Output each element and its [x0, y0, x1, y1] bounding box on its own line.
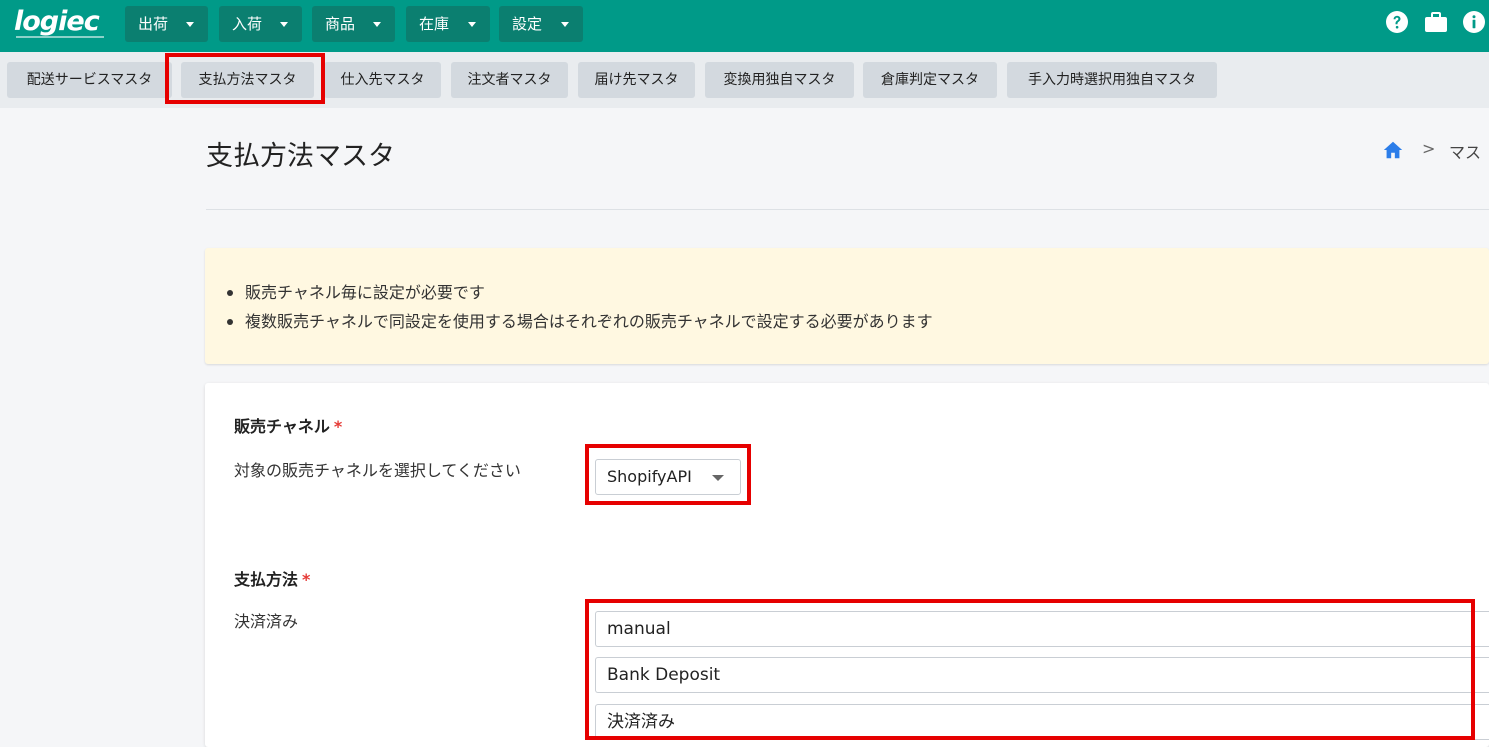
tab-label: 支払方法マスタ — [198, 72, 297, 88]
caret-down-icon — [280, 22, 288, 27]
required-mark: * — [333, 417, 343, 436]
tab-delivery-service-master[interactable]: 配送サービスマスタ — [7, 62, 172, 98]
tab-supplier-master[interactable]: 仕入先マスタ — [324, 62, 441, 98]
tab-label: 手入力時選択用独自マスタ — [1028, 72, 1196, 88]
payment-method-input[interactable]: Bank Deposit — [595, 657, 1489, 693]
channel-section-label: 販売チャネル * — [234, 413, 342, 437]
tab-warehouse-rule-master[interactable]: 倉庫判定マスタ — [863, 62, 997, 98]
tab-label: 仕入先マスタ — [340, 72, 425, 88]
menu-label: 商品 — [325, 15, 356, 33]
sales-channel-selected: ShopifyAPI — [607, 467, 692, 486]
tab-label: 変換用独自マスタ — [723, 72, 836, 88]
logiec-logo[interactable]: logiec — [14, 7, 106, 43]
menu-inventory[interactable]: 在庫 — [406, 6, 490, 42]
notice-item: 販売チャネル毎に設定が必要です — [227, 278, 933, 307]
required-mark: * — [302, 570, 311, 589]
tab-destination-master[interactable]: 届け先マスタ — [578, 62, 695, 98]
menu-settings[interactable]: 設定 — [499, 6, 583, 42]
tab-label: 届け先マスタ — [594, 72, 679, 88]
payment-label-text: 支払方法 — [234, 570, 299, 589]
payment-method-input[interactable]: manual — [595, 611, 1489, 647]
payment-method-value: manual — [607, 619, 671, 639]
breadcrumb-separator: > — [1422, 139, 1436, 158]
payment-description: 決済済み — [234, 612, 299, 631]
caret-down-icon — [186, 22, 194, 27]
notice-box: 販売チャネル毎に設定が必要です 複数販売チャネルで同設定を使用する場合はそれぞれ… — [205, 248, 1489, 364]
notice-item: 複数販売チャネルで同設定を使用する場合はそれぞれの販売チャネルで設定する必要があ… — [227, 307, 933, 336]
channel-description: 対象の販売チャネルを選択してください — [234, 461, 521, 480]
channel-label-text: 販売チャネル — [234, 417, 330, 436]
sales-channel-select[interactable]: ShopifyAPI — [595, 459, 741, 495]
caret-down-icon — [373, 22, 381, 27]
menu-products[interactable]: 商品 — [312, 6, 395, 42]
menu-shipping[interactable]: 出荷 — [125, 6, 208, 42]
tab-label: 配送サービスマスタ — [26, 72, 153, 88]
info-icon[interactable] — [1462, 10, 1486, 34]
payment-method-input[interactable]: 決済済み — [595, 704, 1489, 740]
caret-down-icon — [561, 22, 569, 27]
top-navbar: logiec 出荷 入荷 商品 在庫 設定 — [0, 0, 1489, 52]
menu-receiving[interactable]: 入荷 — [219, 6, 302, 42]
master-tabs-bar: 配送サービスマスタ 支払方法マスタ 仕入先マスタ 注文者マスタ 届け先マスタ 変… — [0, 52, 1489, 108]
tab-label: 注文者マスタ — [467, 72, 552, 88]
menu-label: 在庫 — [419, 15, 450, 33]
tab-payment-method-master[interactable]: 支払方法マスタ — [181, 62, 314, 98]
briefcase-icon[interactable] — [1424, 10, 1448, 34]
help-icon[interactable] — [1385, 10, 1409, 34]
logo-underline — [16, 36, 104, 38]
home-icon[interactable] — [1382, 139, 1404, 161]
breadcrumb-current[interactable]: マス — [1449, 139, 1481, 163]
caret-down-icon — [468, 22, 476, 27]
menu-label: 出荷 — [138, 15, 169, 33]
menu-label: 入荷 — [232, 15, 263, 33]
payment-section-label: 支払方法 * — [234, 566, 310, 590]
tab-label: 倉庫判定マスタ — [881, 72, 979, 88]
payment-method-value: Bank Deposit — [607, 665, 721, 685]
menu-label: 設定 — [512, 15, 543, 33]
tab-orderer-master[interactable]: 注文者マスタ — [451, 62, 568, 98]
notice-list: 販売チャネル毎に設定が必要です 複数販売チャネルで同設定を使用する場合はそれぞれ… — [227, 278, 933, 336]
tab-conversion-custom-master[interactable]: 変換用独自マスタ — [705, 62, 854, 98]
logo-text: logiec — [14, 6, 100, 37]
caret-down-icon — [712, 475, 724, 481]
payment-method-value: 決済済み — [607, 712, 675, 732]
tab-manual-select-custom-master[interactable]: 手入力時選択用独自マスタ — [1007, 62, 1217, 98]
header-divider — [206, 209, 1489, 210]
page-title: 支払方法マスタ — [206, 141, 395, 172]
